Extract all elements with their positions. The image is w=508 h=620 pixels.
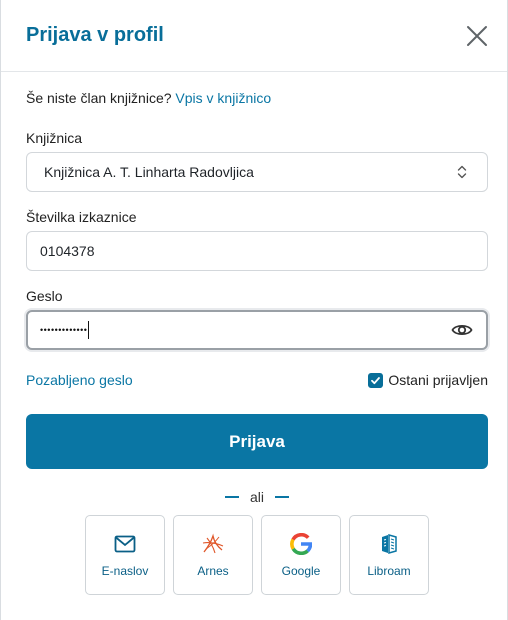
password-label: Geslo <box>26 288 63 304</box>
divider-dash-left <box>224 496 239 498</box>
google-icon <box>289 532 313 556</box>
text-cursor <box>88 321 90 339</box>
provider-email-button[interactable]: E-naslov <box>85 515 165 595</box>
eye-icon[interactable] <box>451 322 473 338</box>
forgot-password-link[interactable]: Pozabljeno geslo <box>26 372 133 388</box>
remember-me-label: Ostani prijavljen <box>388 372 488 388</box>
mail-icon <box>113 532 137 556</box>
remember-me-checkbox[interactable]: Ostani prijavljen <box>368 372 488 388</box>
login-options-row: Pozabljeno geslo Ostani prijavljen <box>26 372 488 388</box>
provider-arnes-label: Arnes <box>197 564 229 578</box>
provider-google-button[interactable]: Google <box>261 515 341 595</box>
provider-email-label: E-naslov <box>101 564 149 578</box>
or-divider: ali <box>26 489 488 505</box>
library-label: Knjižnica <box>26 130 83 146</box>
provider-arnes-button[interactable]: Arnes <box>173 515 253 595</box>
provider-libroam-label: Libroam <box>367 564 411 578</box>
dialog-header: Prijava v profil <box>1 0 507 72</box>
signup-prompt: Še niste član knjižnice? Vpis v knjižnic… <box>26 90 487 106</box>
login-button[interactable]: Prijava <box>26 414 488 469</box>
card-number-label: Številka izkaznice <box>26 209 137 225</box>
card-number-value: 0104378 <box>40 243 95 259</box>
provider-libroam-button[interactable]: Libroam <box>349 515 429 595</box>
chevron-up-down-icon <box>457 165 467 179</box>
provider-google-label: Google <box>281 564 321 578</box>
signup-link[interactable]: Vpis v knjižnico <box>175 90 271 106</box>
password-value: ••••••••••••• <box>40 325 88 335</box>
card-number-input[interactable]: 0104378 <box>26 231 488 271</box>
signup-question: Še niste član knjižnice? <box>26 90 172 106</box>
libroam-icon <box>377 532 401 556</box>
arnes-icon <box>201 532 225 556</box>
password-input[interactable]: ••••••••••••• <box>26 310 488 350</box>
or-label: ali <box>249 489 264 505</box>
dialog-body: Še niste član knjižnice? Vpis v knjižnic… <box>1 90 507 595</box>
checkbox-checked-icon <box>368 372 384 388</box>
login-dialog: Prijava v profil Še niste član knjižnice… <box>0 0 508 620</box>
divider-dash-right <box>275 496 289 498</box>
dialog-title: Prijava v profil <box>26 24 164 46</box>
login-providers: E-naslov Arnes Google Libroam <box>26 515 488 595</box>
close-button[interactable] <box>464 23 490 49</box>
library-selected-value: Knjižnica A. T. Linharta Radovljica <box>44 164 254 180</box>
close-icon <box>467 25 487 46</box>
library-select[interactable]: Knjižnica A. T. Linharta Radovljica <box>26 152 488 192</box>
